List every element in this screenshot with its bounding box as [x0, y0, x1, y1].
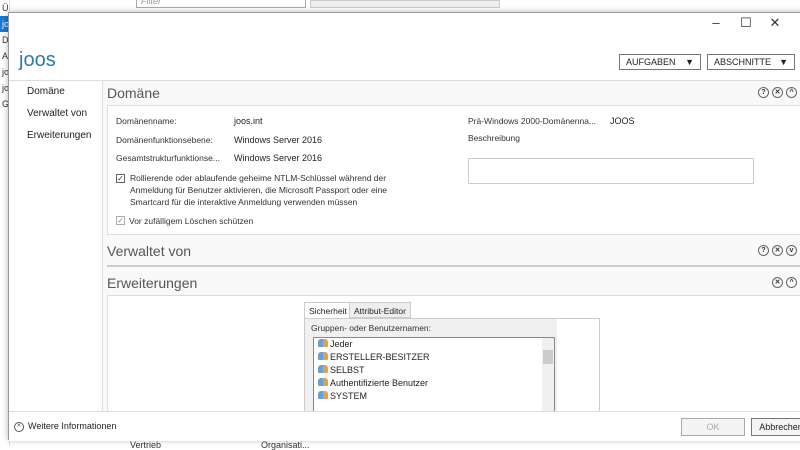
nav-item-domain[interactable]: Domäne — [9, 81, 102, 103]
user-group-icon — [318, 365, 328, 373]
ntlm-checkbox[interactable]: ✓ — [116, 174, 125, 183]
ffl-label: Gesamtstrukturfunktionse... — [116, 153, 220, 163]
domain-name-label: Domänenname: — [116, 116, 177, 126]
tab-security[interactable]: Sicherheit — [304, 302, 352, 318]
list-item[interactable]: Authentifizierte Benutzer — [314, 377, 554, 390]
dialog-footer: ^ Weitere Informationen OK Abbrechen — [9, 411, 800, 441]
description-input[interactable] — [468, 158, 754, 184]
minimize-button[interactable]: – — [704, 15, 728, 30]
pre2000-value: JOOS — [610, 116, 635, 126]
close-section-icon[interactable]: ✕ — [772, 245, 783, 256]
list-scrollbar[interactable] — [542, 338, 554, 411]
domain-properties-dialog: – ☐ ✕ joos AUFGABEN ▼ ABSCHNITTE ▼ Domäne … — [8, 12, 800, 441]
list-item[interactable]: SELBST — [314, 364, 554, 377]
list-item[interactable]: Jeder — [314, 338, 554, 351]
close-section-icon[interactable]: ✕ — [772, 277, 783, 288]
section-nav: Domäne Verwaltet von Erweiterungen — [9, 81, 103, 411]
list-item[interactable]: ERSTELLER-BESITZER — [314, 351, 554, 364]
chevron-down-icon: ▼ — [779, 57, 788, 67]
collapse-icon[interactable]: ^ — [786, 277, 797, 288]
help-icon[interactable]: ? — [758, 245, 769, 256]
user-group-icon — [318, 378, 328, 386]
title-bar: – ☐ ✕ — [9, 13, 800, 33]
user-group-icon — [318, 391, 328, 399]
tasks-dropdown[interactable]: AUFGABEN ▼ — [619, 54, 701, 70]
maximize-button[interactable]: ☐ — [734, 15, 758, 31]
ffl-value: Windows Server 2016 — [234, 153, 323, 163]
background-filter-input: Filter — [136, 0, 306, 8]
security-tab-panel: Gruppen- oder Benutzernamen: Jeder ERSTE… — [304, 318, 600, 411]
divider — [107, 265, 800, 267]
user-group-icon — [318, 352, 328, 360]
nav-item-managed-by[interactable]: Verwaltet von — [9, 103, 102, 125]
section-title: Domäne — [107, 85, 160, 101]
sections-label: ABSCHNITTE — [714, 57, 772, 67]
description-label: Beschreibung — [468, 133, 520, 143]
more-info-toggle[interactable]: ^ Weitere Informationen — [14, 421, 116, 432]
extensions-section: Sicherheit Attribut-Editor Gruppen- oder… — [107, 295, 800, 411]
protect-checkbox-label: Vor zufälligem Löschen schützen — [129, 216, 254, 226]
groups-label: Gruppen- oder Benutzernamen: — [311, 323, 432, 333]
user-group-icon — [318, 339, 328, 347]
protect-checkbox-row: ✓ Vor zufälligem Löschen schützen — [116, 216, 253, 226]
expand-icon[interactable]: v — [786, 245, 797, 256]
help-icon[interactable]: ? — [758, 87, 769, 98]
main-content: Domäne ? ✕ ^ Domänenname: joos.int Domänen… — [107, 81, 800, 411]
sections-dropdown[interactable]: ABSCHNITTE ▼ — [707, 54, 795, 70]
dialog-header: joos AUFGABEN ▼ ABSCHNITTE ▼ — [9, 33, 800, 81]
ntlm-checkbox-label: Rollierende oder ablaufende geheime NTLM… — [130, 173, 388, 207]
section-extensions-header: Erweiterungen ✕ ^ — [107, 271, 800, 295]
bg-row-name: Vertrieb — [130, 440, 162, 450]
domain-section: Domänenname: joos.int Domänenfunktionseb… — [107, 105, 800, 235]
tasks-label: AUFGABEN — [626, 57, 676, 67]
section-managed-by-header: Verwaltet von ? ✕ v — [107, 239, 800, 263]
tab-attribute-editor[interactable]: Attribut-Editor — [349, 302, 411, 318]
bg-row-type: Organisati... — [261, 440, 310, 450]
collapse-icon[interactable]: ^ — [786, 87, 797, 98]
list-item[interactable]: SYSTEM — [314, 390, 554, 403]
pre2000-label: Prä-Windows 2000-Domänenna... — [468, 116, 597, 126]
dfl-label: Domänenfunktionsebene: — [116, 135, 213, 145]
domain-name-value: joos.int — [234, 116, 263, 126]
ntlm-checkbox-row: ✓ Rollierende oder ablaufende geheime NTL… — [116, 172, 416, 208]
more-info-label: Weitere Informationen — [28, 421, 117, 431]
section-title: Erweiterungen — [107, 275, 198, 291]
section-domain-header: Domäne ? ✕ ^ — [107, 81, 800, 105]
cancel-button[interactable]: Abbrechen — [751, 418, 800, 436]
groups-list[interactable]: Jeder ERSTELLER-BESITZER SELBST Authenti… — [313, 337, 555, 411]
close-section-icon[interactable]: ✕ — [772, 87, 783, 98]
section-title: Verwaltet von — [107, 243, 192, 259]
nav-item-extensions[interactable]: Erweiterungen — [9, 125, 102, 147]
chevron-up-icon: ^ — [14, 422, 24, 432]
ok-button[interactable]: OK — [681, 418, 745, 436]
protect-checkbox[interactable]: ✓ — [116, 216, 125, 225]
chevron-down-icon: ▼ — [685, 57, 694, 67]
background-toolbar — [310, 0, 500, 8]
dfl-value: Windows Server 2016 — [234, 135, 323, 145]
close-button[interactable]: ✕ — [763, 15, 787, 31]
property-tabs: Sicherheit Attribut-Editor Gruppen- oder… — [304, 302, 600, 411]
page-title: joos — [19, 49, 56, 71]
